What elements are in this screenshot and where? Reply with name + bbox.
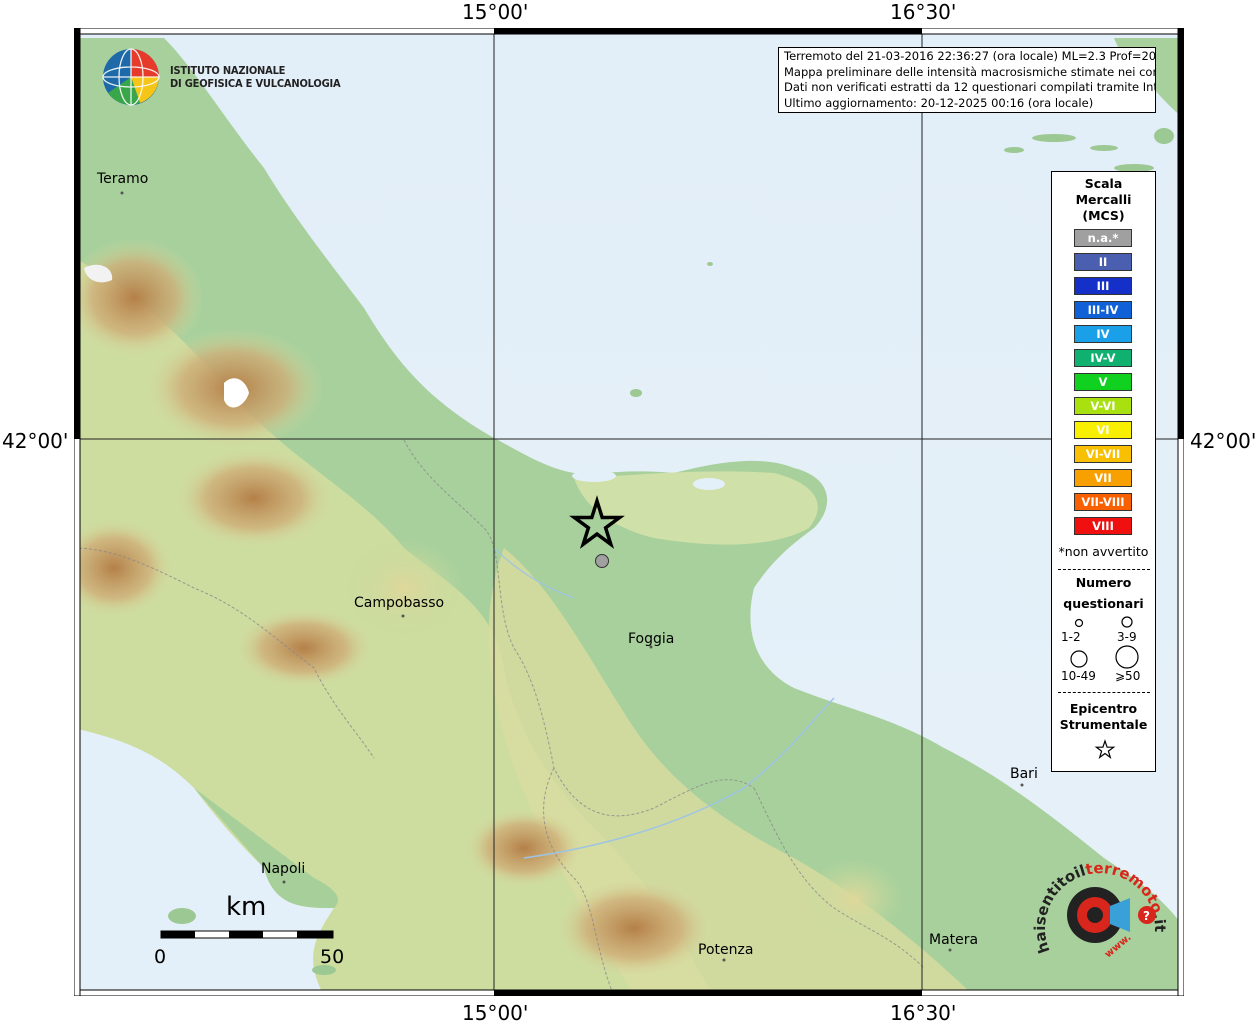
legend-title-line3: (MCS): [1082, 208, 1125, 223]
ingv-name-line1: ISTITUTO NAZIONALE: [170, 64, 286, 77]
scale-bar-unit: km: [226, 892, 267, 922]
lon-label-bottom-1500: 15°00': [462, 1001, 529, 1025]
mcs-class-iii-iv: III-IV: [1074, 301, 1132, 319]
island-tremiti: [630, 389, 642, 397]
legend-title: Scala Mercalli (MCS): [1052, 176, 1155, 224]
city-label-campobasso: Campobasso: [354, 595, 445, 611]
ingv-globe-icon: [102, 48, 160, 106]
city-label-foggia: Foggia: [628, 631, 675, 647]
scale-bar-min: 0: [154, 946, 167, 968]
lat-label-left: 42°00': [2, 429, 69, 453]
intensity-point-na: [595, 554, 609, 568]
epicenter-star-icon: [1094, 739, 1116, 759]
legend-title-line2: Mercalli: [1075, 192, 1132, 207]
scale-bar-max: 50: [320, 946, 345, 968]
lon-label-top-1630: 16°30': [890, 0, 957, 24]
city-label-teramo: Teramo: [97, 171, 149, 187]
q-label-3-9: 3-9: [1117, 630, 1137, 644]
city-label-napoli: Napoli: [261, 861, 306, 877]
mcs-class-v: V: [1074, 373, 1132, 391]
q-label-1-2: 1-2: [1061, 630, 1081, 644]
epicenter-title-line1: Epicentro: [1069, 701, 1138, 716]
city-label-matera: Matera: [929, 932, 979, 948]
mcs-class-viii: VIII: [1074, 517, 1132, 535]
mcs-class-iv-v: IV-V: [1074, 349, 1132, 367]
event-info-box: Terremoto del 21-03-2016 22:36:27 (ora l…: [778, 47, 1156, 113]
info-line-event: Terremoto del 21-03-2016 22:36:27 (ora l…: [784, 49, 1156, 63]
legend-separator-2: [1058, 692, 1150, 693]
ingv-name-line2: DI GEOFISICA E VULCANOLOGIA: [170, 77, 341, 90]
lat-label-right: 42°00': [1190, 429, 1256, 453]
city-label-potenza: Potenza: [698, 942, 754, 958]
lon-label-bottom-1630: 16°30': [890, 1001, 957, 1025]
mcs-class-vi: VI: [1074, 421, 1132, 439]
lon-label-top-1500: 15°00': [462, 0, 529, 24]
lagoon-varano: [693, 478, 725, 490]
mcs-class-iv: IV: [1074, 325, 1132, 343]
scale-bar: [160, 930, 334, 939]
relief-map: [74, 28, 1184, 996]
questionnaires-title: Numero questionari: [1052, 574, 1155, 616]
mcs-class-n-a: n.a.*: [1074, 229, 1132, 247]
info-line-description: Mappa preliminare delle intensità macros…: [784, 64, 1156, 79]
mcs-class-v-vi: V-VI: [1074, 397, 1132, 415]
info-line-source: Dati non verificati estratti da 12 quest…: [784, 80, 1156, 94]
q-label-10-49: 10-49: [1061, 669, 1096, 683]
epicenter-title-line2: Strumentale: [1059, 717, 1148, 732]
q-label-50-plus: ⩾50: [1115, 669, 1141, 683]
island-pelagosa: [707, 262, 713, 266]
island-ischia: [168, 908, 196, 924]
hsit-logo: haisentitoilterremoto .it ? www.: [1031, 860, 1169, 960]
city-label-bari: Bari: [1010, 766, 1038, 782]
legend-note: *non avvertito: [1058, 544, 1149, 559]
legend: Scala Mercalli (MCS) n.a.* II III III-IV IV I…: [1051, 171, 1156, 772]
legend-separator: [1058, 569, 1150, 570]
mcs-class-vii: VII: [1074, 469, 1132, 487]
mcs-class-vii-viii: VII-VIII: [1074, 493, 1132, 511]
svg-text:?: ?: [1143, 909, 1150, 923]
questionnaires-title-line1: Numero: [1075, 575, 1132, 590]
info-line-updated: Ultimo aggiornamento: 20-12-2025 00:16 (…: [784, 95, 1094, 110]
mcs-class-vi-vii: VI-VII: [1074, 445, 1132, 463]
legend-title-line1: Scala: [1084, 176, 1123, 191]
lagoon-lesina: [572, 470, 616, 482]
ingv-name: ISTITUTO NAZIONALE DI GEOFISICA E VULCAN…: [170, 64, 341, 90]
mcs-class-iii: III: [1074, 277, 1132, 295]
epicenter-legend-title: Epicentro Strumentale: [1052, 701, 1155, 733]
mcs-class-ii: II: [1074, 253, 1132, 271]
